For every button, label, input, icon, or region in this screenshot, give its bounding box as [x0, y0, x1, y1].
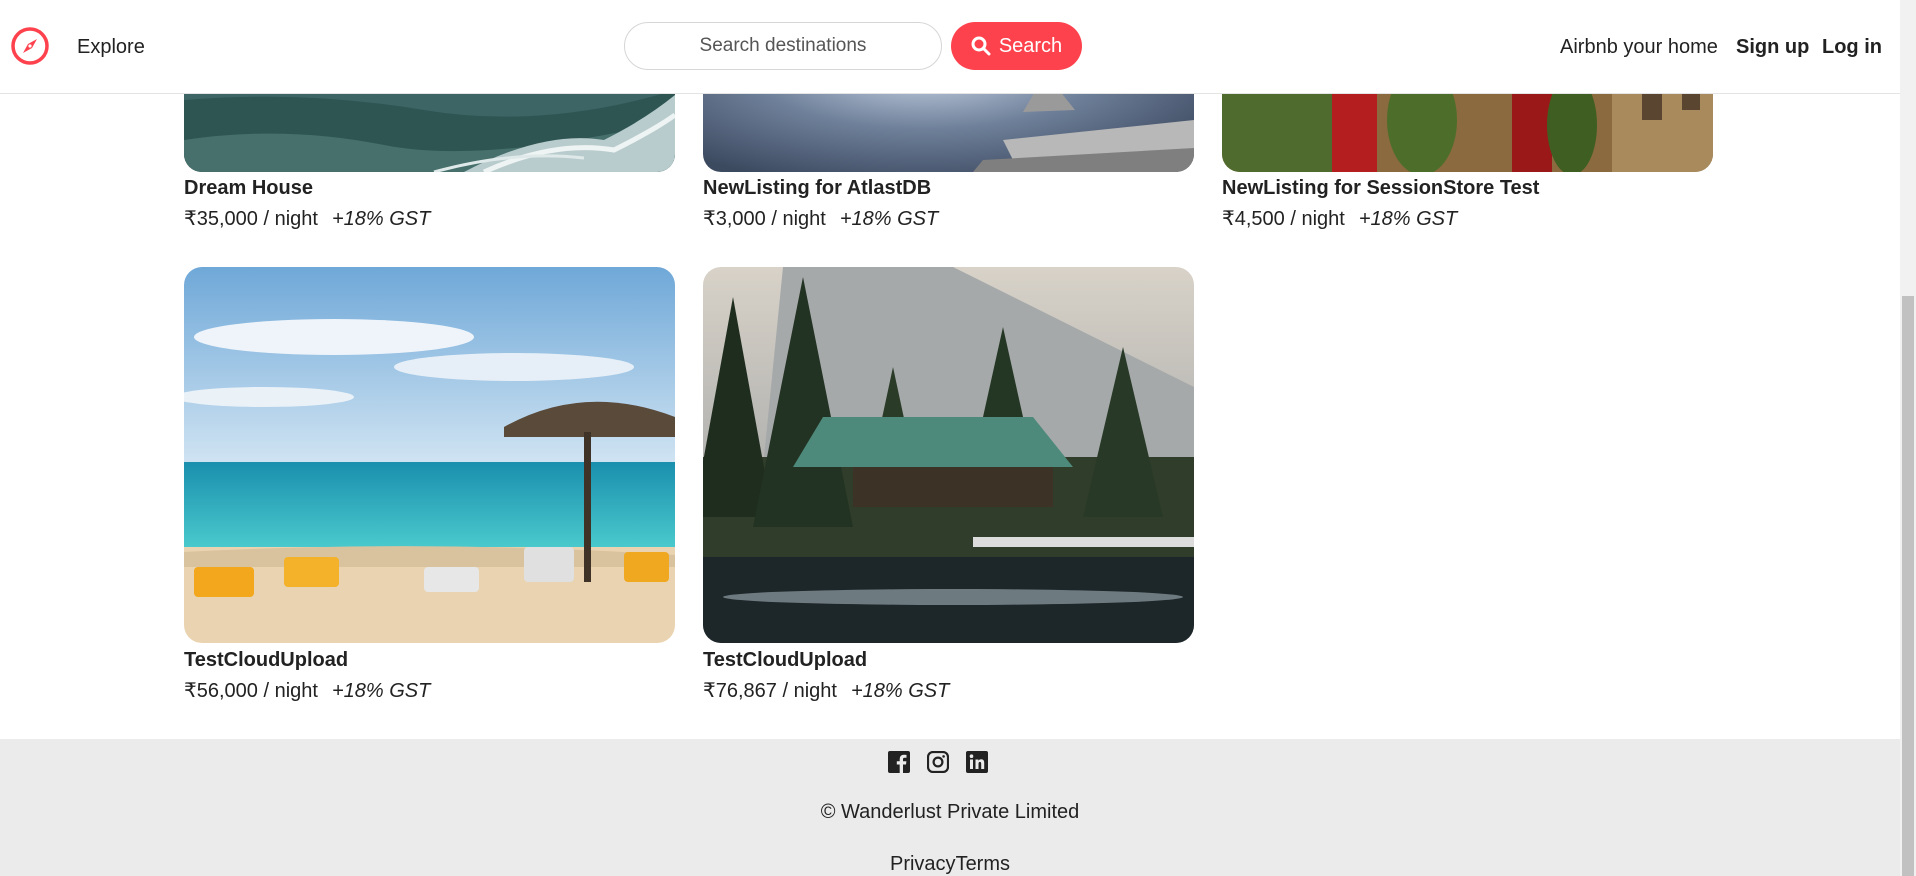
listing-title: Dream House [184, 177, 313, 199]
nav-login-link[interactable]: Log in [1822, 36, 1882, 59]
listing-price-value: ₹76,867 / night [703, 680, 837, 702]
listing-price: ₹4,500 / night +18% GST [1222, 206, 1457, 231]
listing-gst: +18% GST [331, 680, 431, 702]
social-links [888, 751, 988, 773]
listing-gst: +18% GST [839, 208, 939, 230]
listing-gst: +18% GST [1358, 208, 1458, 230]
compass-icon[interactable] [10, 26, 50, 66]
beach-umbrella-image [184, 267, 675, 643]
nav-signup-link[interactable]: Sign up [1736, 36, 1809, 59]
mountain-cabin-image [703, 267, 1194, 643]
listing-price-value: ₹3,000 / night [703, 208, 826, 230]
listing-price: ₹76,867 / night +18% GST [703, 678, 949, 703]
search-icon [971, 36, 991, 56]
nav-host-link[interactable]: Airbnb your home [1560, 36, 1718, 59]
listing-price: ₹3,000 / night +18% GST [703, 206, 938, 231]
footer-links: PrivacyTerms [0, 853, 1900, 876]
scrollbar-thumb[interactable] [1902, 296, 1914, 876]
facebook-icon[interactable] [888, 751, 910, 773]
listing-title: NewListing for SessionStore Test [1222, 177, 1540, 199]
listing-gst: +18% GST [331, 208, 431, 230]
listing-card[interactable]: TestCloudUpload ₹56,000 / night +18% GST [184, 267, 675, 707]
navbar: Explore Search Airbnb your home Sign up … [0, 0, 1900, 94]
listing-price-value: ₹35,000 / night [184, 208, 318, 230]
page-scrollbar[interactable] [1900, 0, 1916, 876]
listing-price-value: ₹56,000 / night [184, 680, 318, 702]
listing-price: ₹56,000 / night +18% GST [184, 678, 430, 703]
listing-image[interactable] [184, 267, 675, 643]
footer: © Wanderlust Private Limited PrivacyTerm… [0, 739, 1900, 876]
instagram-icon[interactable] [927, 751, 949, 773]
search-button[interactable]: Search [951, 22, 1082, 70]
listing-price: ₹35,000 / night +18% GST [184, 206, 430, 231]
copyright-text: © Wanderlust Private Limited [820, 801, 1080, 823]
listing-card[interactable]: TestCloudUpload ₹76,867 / night +18% GST [703, 267, 1194, 707]
nav-explore-link[interactable]: Explore [77, 36, 145, 59]
listing-title: TestCloudUpload [184, 649, 349, 671]
privacy-link[interactable]: Privacy [890, 853, 956, 875]
search-button-label: Search [998, 34, 1063, 57]
listing-image[interactable] [703, 267, 1194, 643]
listing-price-value: ₹4,500 / night [1222, 208, 1345, 230]
linkedin-icon[interactable] [966, 751, 988, 773]
search-input[interactable] [624, 22, 942, 70]
terms-link[interactable]: Terms [956, 853, 1010, 875]
listing-title: TestCloudUpload [703, 649, 868, 671]
listing-title: NewListing for AtlastDB [703, 177, 932, 199]
listing-gst: +18% GST [850, 680, 950, 702]
